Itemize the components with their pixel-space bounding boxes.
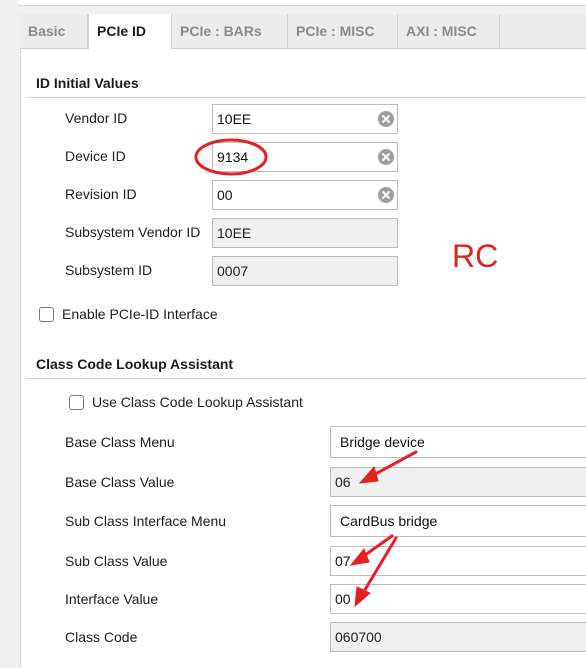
enable-pcie-id-checkbox[interactable] <box>39 307 54 322</box>
content-border <box>20 48 21 668</box>
clear-icon[interactable] <box>378 149 394 165</box>
vendor-id-value: 10EE <box>217 111 252 127</box>
window-frame-left <box>0 14 20 668</box>
section-divider <box>26 378 586 379</box>
section-divider <box>26 97 586 98</box>
device-id-field[interactable]: 9134 <box>212 142 398 172</box>
enable-pcie-id-label[interactable]: Enable PCIe-ID Interface <box>62 306 218 322</box>
tab-basic[interactable]: Basic <box>20 14 88 48</box>
class-code-label: Class Code <box>65 629 138 645</box>
window-frame-edge <box>18 0 586 6</box>
clear-icon[interactable] <box>378 187 394 203</box>
base-class-menu-value: Bridge device <box>340 434 425 450</box>
class-code-value: 060700 <box>335 629 382 645</box>
vendor-id-field[interactable]: 10EE <box>212 104 398 134</box>
id-initial-values-title: ID Initial Values <box>36 75 139 91</box>
tab-pcie-id[interactable]: PCIe ID <box>88 14 172 49</box>
sub-class-interface-menu-label: Sub Class Interface Menu <box>65 513 227 529</box>
clear-icon[interactable] <box>378 111 394 127</box>
vendor-id-label: Vendor ID <box>65 110 128 126</box>
subsystem-id-field: 0007 <box>212 256 398 286</box>
device-id-value: 9134 <box>217 149 249 165</box>
subsystem-id-label: Subsystem ID <box>65 262 153 278</box>
subsystem-id-value: 0007 <box>217 263 249 279</box>
class-code-field: 060700 <box>330 622 586 652</box>
interface-value-field[interactable]: 00 <box>330 584 586 614</box>
interface-value-label: Interface Value <box>65 591 159 607</box>
sub-class-value-label: Sub Class Value <box>65 553 168 569</box>
base-class-value: 06 <box>335 474 351 490</box>
subsystem-vendor-id-label: Subsystem Vendor ID <box>65 224 201 240</box>
base-class-value-field: 06 <box>330 467 586 497</box>
use-class-code-lookup-label[interactable]: Use Class Code Lookup Assistant <box>92 394 303 410</box>
subsystem-vendor-id-field: 10EE <box>212 218 398 248</box>
base-class-menu-select[interactable]: Bridge device <box>330 426 586 458</box>
tab-axi-misc[interactable]: AXI : MISC <box>398 14 500 48</box>
sub-class-value: 07 <box>335 553 351 569</box>
sub-class-interface-menu-select[interactable]: CardBus bridge <box>330 505 586 537</box>
interface-value: 00 <box>335 591 351 607</box>
sub-class-interface-menu-value: CardBus bridge <box>340 513 438 529</box>
tab-pcie-bars[interactable]: PCIe : BARs <box>172 14 288 48</box>
tab-pcie-misc[interactable]: PCIe : MISC <box>288 14 398 48</box>
class-code-lookup-title: Class Code Lookup Assistant <box>36 356 234 372</box>
device-id-label: Device ID <box>65 148 126 164</box>
sub-class-value-field[interactable]: 07 <box>330 546 586 576</box>
tab-bar: Basic PCIe ID PCIe : BARs PCIe : MISC AX… <box>20 14 586 49</box>
revision-id-field[interactable]: 00 <box>212 180 398 210</box>
rc-annotation-text: RC <box>452 238 499 274</box>
base-class-value-label: Base Class Value <box>65 474 175 490</box>
revision-id-label: Revision ID <box>65 186 137 202</box>
use-class-code-lookup-checkbox[interactable] <box>69 395 84 410</box>
subsystem-vendor-id-value: 10EE <box>217 225 252 241</box>
base-class-menu-label: Base Class Menu <box>65 434 175 450</box>
revision-id-value: 00 <box>217 187 233 203</box>
